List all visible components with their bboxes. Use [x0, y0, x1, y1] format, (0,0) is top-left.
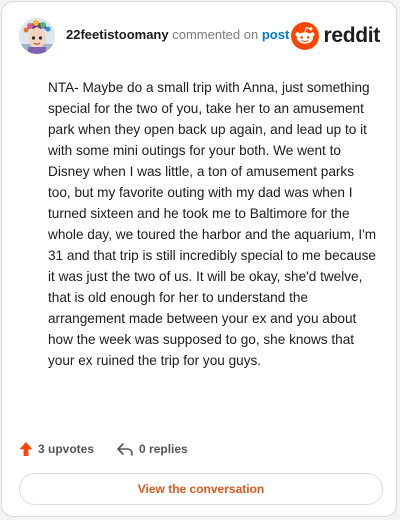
reply-button[interactable]: 0 replies — [116, 441, 188, 457]
username[interactable]: 22feetistoomany — [66, 27, 169, 42]
reply-arrow-icon — [117, 443, 133, 456]
reddit-brand[interactable]: reddit — [291, 22, 380, 50]
upvote-arrow-icon — [19, 442, 33, 456]
avatar-icon — [19, 18, 55, 54]
user-avatar[interactable] — [19, 18, 55, 54]
reply-count: 0 replies — [139, 442, 188, 456]
reddit-logo-icon — [291, 22, 320, 50]
comment-meta: 22feetistoomany commented on post — [66, 26, 289, 44]
view-conversation-button[interactable]: View the conversation — [19, 473, 383, 505]
post-link[interactable]: post — [262, 27, 289, 42]
reddit-wordmark: reddit — [323, 24, 380, 47]
comment-body: NTA- Maybe do a small trip with Anna, ju… — [48, 80, 377, 368]
upvote-count: 3 upvotes — [38, 442, 95, 456]
upvote-button[interactable]: 3 upvotes — [19, 441, 94, 457]
comment-header: 22feetistoomany commented on post reddit — [19, 18, 380, 54]
comment-card: 22feetistoomany commented on post reddit… — [1, 1, 397, 517]
comment-actions: 3 upvotes 0 replies — [19, 439, 210, 459]
commented-on-text: commented on — [172, 27, 259, 42]
